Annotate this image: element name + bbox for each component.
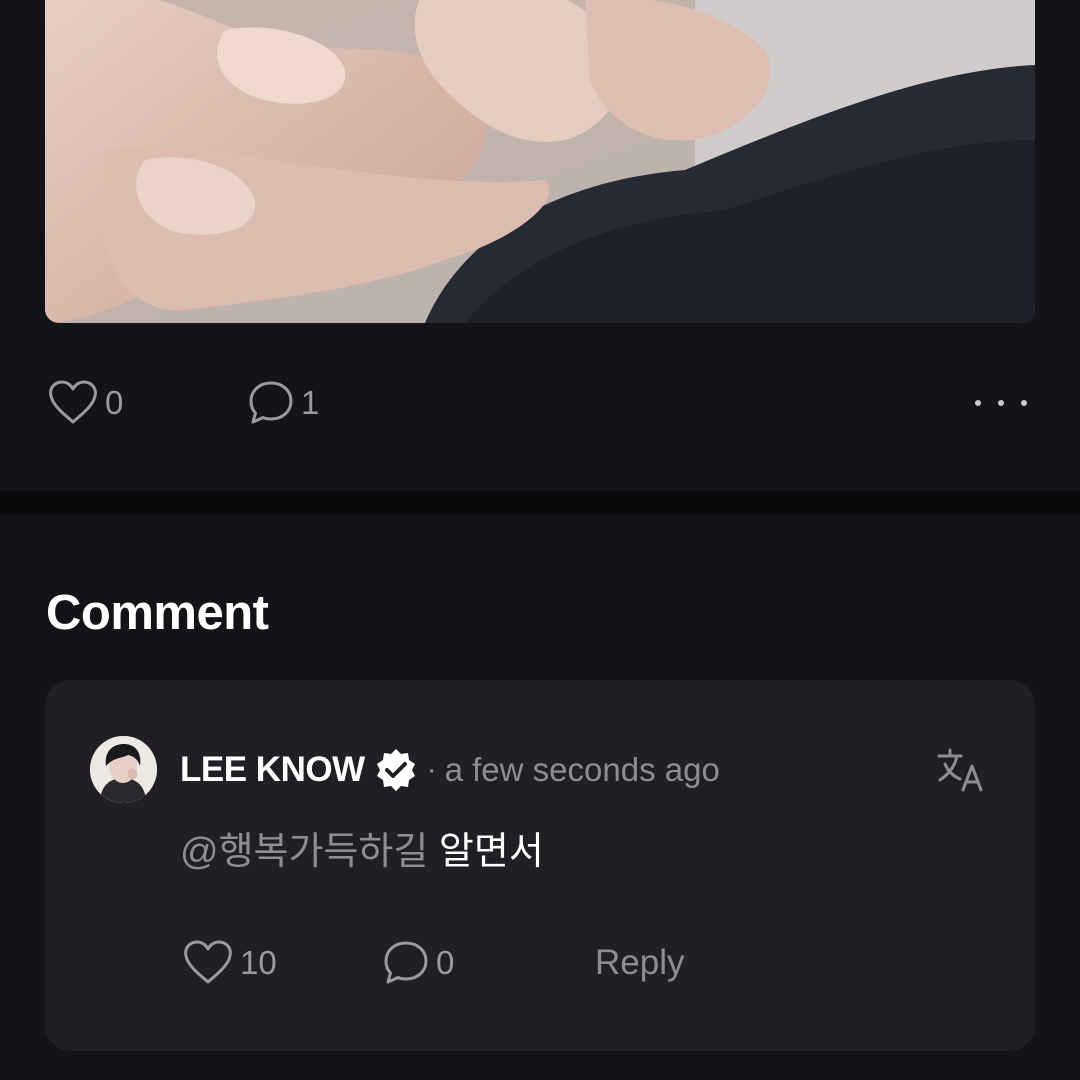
mention-link[interactable]: @행복가득하길 bbox=[180, 831, 428, 873]
more-dots-icon bbox=[975, 400, 981, 406]
comment-card: LEE KNOW · a few seconds ago @행복가득하길 알면서 bbox=[45, 680, 1035, 1051]
comment-count: 1 bbox=[301, 384, 320, 421]
verified-badge-icon bbox=[376, 749, 415, 791]
more-options-button[interactable] bbox=[975, 388, 1027, 418]
comment-text: @행복가득하길 알면서 bbox=[180, 826, 544, 878]
author-name[interactable]: LEE KNOW bbox=[180, 750, 365, 790]
post-image[interactable] bbox=[45, 0, 1035, 323]
avatar[interactable] bbox=[90, 736, 157, 803]
heart-icon bbox=[49, 380, 97, 424]
meta-separator: · bbox=[426, 753, 437, 786]
like-button[interactable]: 0 bbox=[47, 378, 123, 428]
comment-timestamp: a few seconds ago bbox=[444, 751, 720, 788]
speech-bubble-icon bbox=[249, 381, 293, 424]
reply-button[interactable]: Reply bbox=[595, 938, 684, 988]
like-count: 0 bbox=[105, 384, 124, 421]
post-actions: 0 1 bbox=[45, 378, 1035, 428]
comment-reply-count: 0 bbox=[436, 944, 455, 981]
comment-actions: 10 0 Reply bbox=[180, 938, 980, 988]
comment-button[interactable]: 1 bbox=[247, 378, 319, 428]
comment-reply-count-button[interactable]: 0 bbox=[382, 938, 454, 988]
comment-like-count: 10 bbox=[240, 944, 277, 981]
hands-photo bbox=[45, 0, 1035, 323]
comment-section-title: Comment bbox=[46, 586, 269, 640]
comment-like-button[interactable]: 10 bbox=[182, 938, 277, 988]
comment-header: LEE KNOW · a few seconds ago bbox=[180, 742, 720, 798]
translate-icon bbox=[937, 748, 983, 792]
section-divider bbox=[0, 491, 1080, 515]
speech-bubble-icon bbox=[384, 941, 428, 984]
heart-icon bbox=[184, 940, 232, 984]
comment-body: 알면서 bbox=[438, 831, 544, 873]
translate-button[interactable] bbox=[935, 744, 987, 796]
avatar-image bbox=[90, 736, 157, 803]
